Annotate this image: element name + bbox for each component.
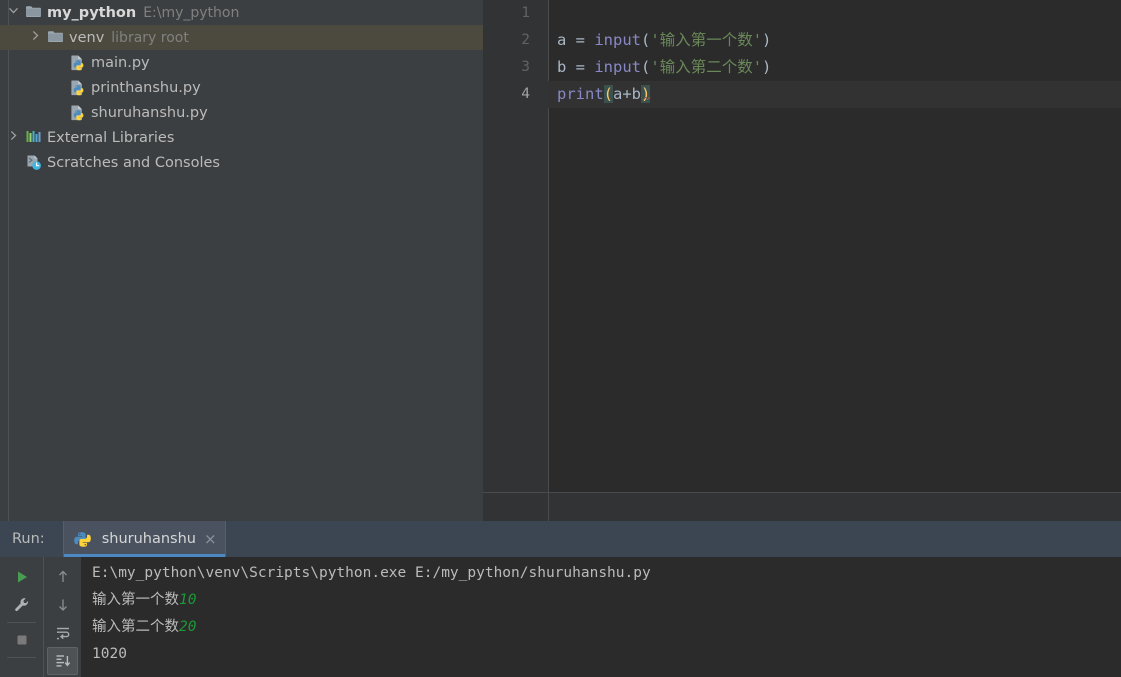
line-number: 2 bbox=[521, 32, 530, 48]
tree-item-label: main.py bbox=[91, 54, 150, 71]
code-line-4: print(a+b) bbox=[548, 81, 1121, 108]
run-tool-window-header: Run: shuruhanshu × bbox=[0, 521, 1121, 557]
project-tool-window[interactable]: my_python E:\my_pythonvenv library root mai… bbox=[0, 0, 483, 521]
tree-item-venv[interactable]: venv library root bbox=[0, 25, 483, 50]
token-paren-close: ) bbox=[762, 31, 772, 49]
chevron-down-icon[interactable] bbox=[8, 5, 23, 20]
run-label: Run: bbox=[12, 531, 45, 547]
console-prompt-line-2: 输入第二个数20 bbox=[81, 614, 1121, 641]
console-prompt-text: 输入第二个数 bbox=[92, 619, 179, 635]
toolbar-separator bbox=[7, 657, 36, 658]
python-file-icon bbox=[69, 79, 86, 96]
token-function: print bbox=[557, 85, 604, 103]
editor-pane[interactable]: 1 2 3 4 a = input('输入第一个数') b = input('输… bbox=[483, 0, 1121, 521]
tree-item-label: External Libraries bbox=[47, 129, 175, 146]
stop-icon[interactable] bbox=[0, 626, 43, 654]
token-variable: a bbox=[557, 31, 567, 49]
tree-item-label: venv bbox=[69, 29, 105, 46]
code-line-3: b = input('输入第二个数') bbox=[548, 54, 1121, 81]
run-tab-shuruhanshu[interactable]: shuruhanshu × bbox=[62, 521, 226, 557]
libraries-icon bbox=[25, 129, 42, 146]
token-paren-open: ( bbox=[641, 31, 651, 49]
tree-arrow-placeholder bbox=[52, 80, 67, 95]
token-paren-close: ) bbox=[762, 58, 772, 76]
project-tree[interactable]: my_python E:\my_pythonvenv library root mai… bbox=[0, 0, 483, 175]
tree-item-label: Scratches and Consoles bbox=[47, 154, 220, 171]
run-toolbar-secondary[interactable] bbox=[43, 557, 81, 677]
tree-arrow-placeholder bbox=[52, 55, 67, 70]
wrench-icon[interactable] bbox=[0, 591, 43, 619]
console-prompt-line-1: 输入第一个数10 bbox=[81, 587, 1121, 614]
token-matched-paren-open: ( bbox=[603, 85, 614, 103]
code-line-2: a = input('输入第一个数') bbox=[548, 27, 1121, 54]
pycharm-window: my_python E:\my_pythonvenv library root mai… bbox=[0, 0, 1121, 677]
tree-item-main-py[interactable]: main.py bbox=[0, 50, 483, 75]
token-string: '输入第二个数' bbox=[650, 58, 763, 76]
editor-gutter[interactable]: 1 2 3 4 bbox=[483, 0, 549, 492]
folder-icon bbox=[25, 4, 42, 21]
tree-item-my_python[interactable]: my_python E:\my_python bbox=[0, 0, 483, 25]
folder-icon bbox=[47, 29, 64, 46]
tree-item-sublabel: library root bbox=[111, 29, 189, 46]
token-operator: = bbox=[566, 31, 595, 49]
tree-item-label: printhanshu.py bbox=[91, 79, 201, 96]
tree-item-scratches-and-consoles[interactable]: Scratches and Consoles bbox=[0, 150, 483, 175]
tree-item-external-libraries[interactable]: External Libraries bbox=[0, 125, 483, 150]
editor-bottom-strip bbox=[483, 492, 1121, 521]
close-icon[interactable]: × bbox=[204, 531, 217, 547]
token-function: input bbox=[594, 31, 642, 49]
run-tool-window[interactable]: Run: shuruhanshu × E:\my_python\venv\Scr… bbox=[0, 521, 1121, 677]
line-number: 1 bbox=[521, 5, 530, 21]
tree-item-sublabel: E:\my_python bbox=[143, 4, 240, 21]
python-icon bbox=[73, 531, 91, 548]
token-function: input bbox=[594, 58, 642, 76]
editor-bottom-gutter bbox=[483, 493, 549, 521]
python-file-icon bbox=[69, 54, 86, 71]
run-body: E:\my_python\venv\Scripts\python.exe E:/… bbox=[0, 557, 1121, 677]
tree-arrow-placeholder bbox=[52, 105, 67, 120]
toolbar-separator bbox=[7, 622, 36, 623]
tree-item-printhanshu-py[interactable]: printhanshu.py bbox=[0, 75, 483, 100]
python-file-icon bbox=[69, 104, 86, 121]
scroll-to-end-icon[interactable] bbox=[47, 647, 78, 675]
tree-item-label: my_python bbox=[47, 4, 137, 21]
tree-item-label: shuruhanshu.py bbox=[91, 104, 208, 121]
run-toolbar-primary[interactable] bbox=[0, 557, 43, 677]
console-command-line: E:\my_python\venv\Scripts\python.exe E:/… bbox=[92, 565, 651, 581]
console-user-input: 20 bbox=[179, 619, 197, 635]
token-operator: = bbox=[566, 58, 595, 76]
line-number: 3 bbox=[521, 59, 530, 75]
console-prompt-text: 输入第一个数 bbox=[92, 592, 179, 608]
upper-region: my_python E:\my_pythonvenv library root mai… bbox=[0, 0, 1121, 521]
scratches-icon bbox=[25, 154, 42, 171]
chevron-right-icon[interactable] bbox=[8, 130, 23, 145]
tree-item-shuruhanshu-py[interactable]: shuruhanshu.py bbox=[0, 100, 483, 125]
arrow-up-icon[interactable] bbox=[44, 563, 81, 591]
line-number-active: 4 bbox=[521, 86, 530, 102]
console-result-line: 1020 bbox=[92, 646, 127, 662]
chevron-right-icon[interactable] bbox=[30, 30, 45, 45]
code-content[interactable]: a = input('输入第一个数') b = input('输入第二个数') … bbox=[548, 0, 1121, 492]
token-string: '输入第一个数' bbox=[650, 31, 763, 49]
token-expression: a+b bbox=[613, 85, 642, 103]
token-matched-paren-close: ) bbox=[641, 85, 651, 103]
token-paren-open: ( bbox=[641, 58, 651, 76]
editor-text-area[interactable]: 1 2 3 4 a = input('输入第一个数') b = input('输… bbox=[483, 0, 1121, 492]
token-variable: b bbox=[557, 58, 567, 76]
soft-wrap-icon[interactable] bbox=[44, 619, 81, 647]
arrow-down-icon[interactable] bbox=[44, 591, 81, 619]
run-icon[interactable] bbox=[0, 563, 43, 591]
run-tab-label: shuruhanshu bbox=[101, 531, 196, 547]
tree-arrow-placeholder bbox=[8, 155, 23, 170]
console-user-input: 10 bbox=[179, 592, 197, 608]
console-output[interactable]: E:\my_python\venv\Scripts\python.exe E:/… bbox=[81, 557, 1121, 677]
